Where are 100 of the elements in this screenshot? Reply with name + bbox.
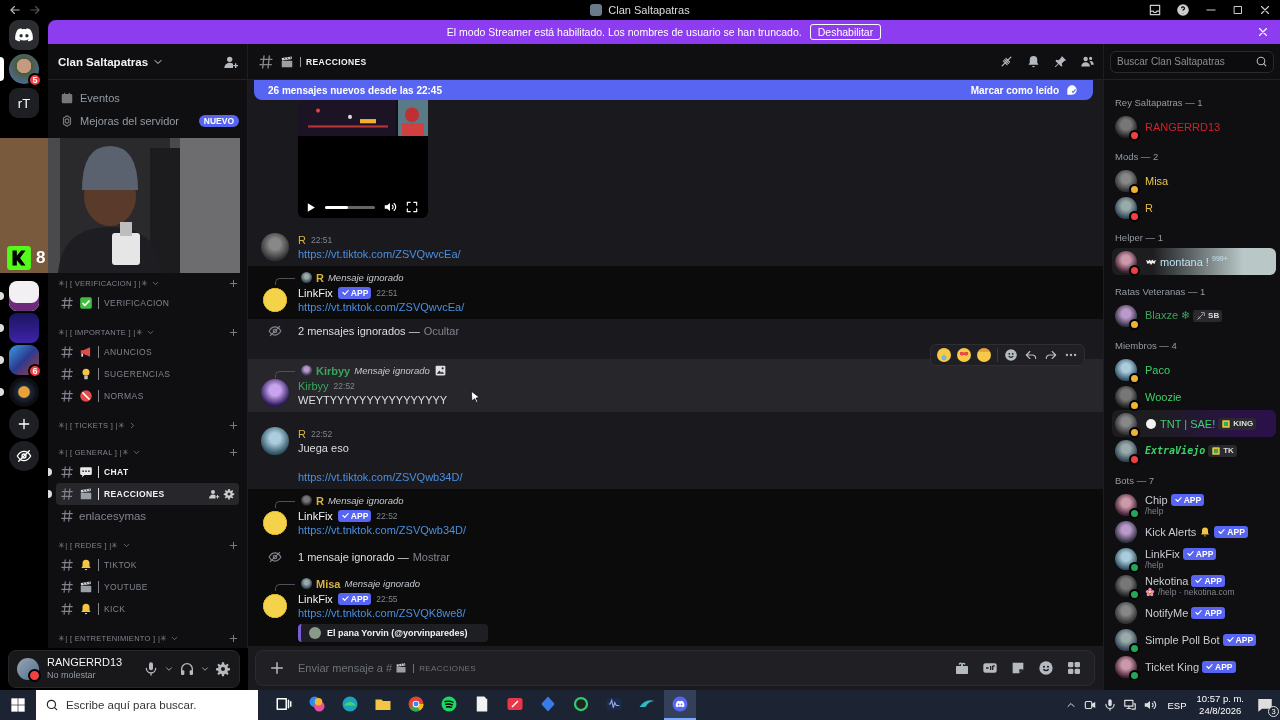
discover-button[interactable]: [9, 441, 39, 471]
reply-author[interactable]: R: [316, 494, 324, 507]
reply-text[interactable]: Mensaje ignorado: [327, 495, 404, 506]
member-name[interactable]: ExtraViejo: [1145, 445, 1206, 456]
member-item[interactable]: Chip APP /help: [1112, 491, 1276, 518]
settings-icon[interactable]: [215, 661, 231, 677]
author-name[interactable]: R: [298, 427, 306, 440]
member-item[interactable]: Simple Poll Bot APP: [1112, 626, 1276, 653]
reaction-emoji[interactable]: [977, 348, 991, 362]
channel-item[interactable]: NORMAS: [56, 385, 239, 407]
clock-time[interactable]: 10:57 p. m.: [1196, 693, 1244, 705]
emoji-icon[interactable]: [1038, 660, 1054, 676]
member-name[interactable]: NotifyMe: [1145, 606, 1189, 619]
member-name[interactable]: R: [1145, 201, 1153, 214]
channel-item[interactable]: VERIFICACION: [56, 292, 239, 314]
reply-text[interactable]: Mensaje ignorado: [327, 272, 404, 283]
author-name[interactable]: Kirbyy: [298, 379, 329, 392]
chevron-down-icon[interactable]: [200, 664, 210, 674]
mark-read-label[interactable]: Marcar como leído: [970, 84, 1059, 96]
settings-icon[interactable]: [223, 488, 235, 500]
network-icon[interactable]: [1123, 698, 1138, 712]
member-item[interactable]: Kick Alerts APP: [1112, 518, 1276, 545]
channel-item[interactable]: ANUNCIOS: [56, 341, 239, 363]
member-item[interactable]: montana ! $^{999+}$: [1112, 248, 1276, 275]
reply-icon[interactable]: [1024, 348, 1038, 362]
sticker-icon[interactable]: [1010, 660, 1026, 676]
plus-icon[interactable]: [228, 419, 239, 431]
channel-item[interactable]: TIKTOK: [56, 554, 239, 576]
reaction-emoji[interactable]: [957, 348, 971, 362]
disable-button[interactable]: Deshabilitar: [809, 24, 882, 40]
member-item[interactable]: ExtraViejo TK: [1112, 437, 1276, 464]
bell-icon[interactable]: [1026, 54, 1041, 69]
pin-icon[interactable]: [1053, 54, 1068, 69]
link[interactable]: https://vt.tnktok.com/ZSVQwb34D/: [298, 524, 467, 536]
server-icon[interactable]: [9, 377, 39, 407]
search-field[interactable]: Buscar Clan Saltapatras: [1110, 50, 1274, 73]
member-name[interactable]: Nekotina: [1145, 574, 1189, 587]
add-server-button[interactable]: [9, 409, 39, 439]
gif-icon[interactable]: [982, 660, 998, 676]
link-embed[interactable]: El pana Yorvin (@yorvinparedes): [298, 624, 488, 642]
reaction-emoji[interactable]: [937, 348, 951, 362]
forward-icon[interactable]: [1044, 348, 1058, 362]
reply-author[interactable]: R: [316, 271, 324, 284]
channel-item[interactable]: enlacesymas: [56, 505, 239, 527]
start-icon[interactable]: [10, 697, 26, 713]
maximize-icon[interactable]: [1232, 4, 1244, 16]
microphone-icon[interactable]: [1103, 698, 1118, 712]
microphone-icon[interactable]: [143, 661, 159, 677]
members-icon[interactable]: [1080, 54, 1095, 69]
apps-icon[interactable]: [1066, 660, 1082, 676]
member-item[interactable]: R: [1112, 194, 1276, 221]
attach-plus-icon[interactable]: [268, 659, 286, 677]
member-item[interactable]: TNT | SAE! KING: [1112, 410, 1276, 437]
taskbar-search-field[interactable]: Escribe aquí para buscar.: [36, 690, 258, 720]
reply-text[interactable]: Mensaje ignorado: [344, 578, 420, 589]
plus-icon[interactable]: [228, 632, 239, 644]
member-name[interactable]: Blaxze ❄: [1145, 309, 1191, 322]
member-name[interactable]: TNT | SAE!: [1160, 417, 1216, 430]
member-item[interactable]: Blaxze ❄ SB: [1112, 302, 1276, 329]
reply-text[interactable]: Mensaje ignorado: [354, 365, 430, 376]
member-name[interactable]: Paco: [1145, 363, 1171, 376]
link[interactable]: https://vt.tnktok.com/ZSVQwvcEa/: [298, 301, 465, 313]
server-icon[interactable]: [9, 281, 39, 311]
headphones-icon[interactable]: [179, 661, 195, 677]
clock-date[interactable]: 24/8/2026: [1199, 705, 1242, 717]
toggle-link[interactable]: Ocultar: [423, 325, 460, 337]
server-icon[interactable]: [9, 345, 39, 375]
author-name[interactable]: LinkFix: [298, 286, 333, 299]
inbox-icon[interactable]: [1148, 3, 1162, 17]
channel-item[interactable]: SUGERENCIAS: [56, 363, 239, 385]
member-name[interactable]: Simple Poll Bot: [1145, 633, 1220, 646]
member-name[interactable]: LinkFix: [1145, 547, 1180, 560]
seek-bar[interactable]: [325, 205, 375, 209]
member-name[interactable]: Ticket King: [1145, 660, 1199, 673]
server-button[interactable]: rT: [9, 88, 39, 118]
member-item[interactable]: RANGERRD13: [1112, 113, 1276, 140]
server-icon[interactable]: [9, 54, 39, 84]
sidebar-link[interactable]: Eventos: [80, 91, 120, 104]
member-item[interactable]: Misa: [1112, 167, 1276, 194]
video-player[interactable]: [298, 100, 428, 218]
link[interactable]: https://vt.tiktok.com/ZSVQwb34D/: [298, 471, 463, 483]
reply-author[interactable]: Kirbyy: [316, 364, 351, 377]
back-arrow-icon[interactable]: [8, 3, 22, 17]
link[interactable]: https://vt.tiktok.com/ZSVQwvcEa/: [298, 248, 461, 260]
forward-arrow-icon[interactable]: [28, 3, 42, 17]
reply-author[interactable]: Misa: [316, 577, 341, 590]
taskbar-button[interactable]: [664, 690, 696, 720]
member-name[interactable]: Kick Alerts: [1145, 525, 1197, 538]
link[interactable]: https://vt.tnktok.com/ZSVQK8we8/: [298, 607, 466, 619]
gift-icon[interactable]: [954, 660, 970, 676]
plus-icon[interactable]: [228, 326, 239, 338]
member-item[interactable]: Paco: [1112, 356, 1276, 383]
author-name[interactable]: LinkFix: [298, 509, 333, 522]
channel-item[interactable]: YOUTUBE: [56, 576, 239, 598]
camera-icon[interactable]: [1083, 698, 1098, 712]
member-item[interactable]: Ticket King APP: [1112, 653, 1276, 680]
channel-item[interactable]: CHAT: [56, 461, 239, 483]
chevron-down-icon[interactable]: [164, 664, 174, 674]
fullscreen-icon[interactable]: [405, 200, 419, 214]
plus-icon[interactable]: [228, 277, 239, 289]
